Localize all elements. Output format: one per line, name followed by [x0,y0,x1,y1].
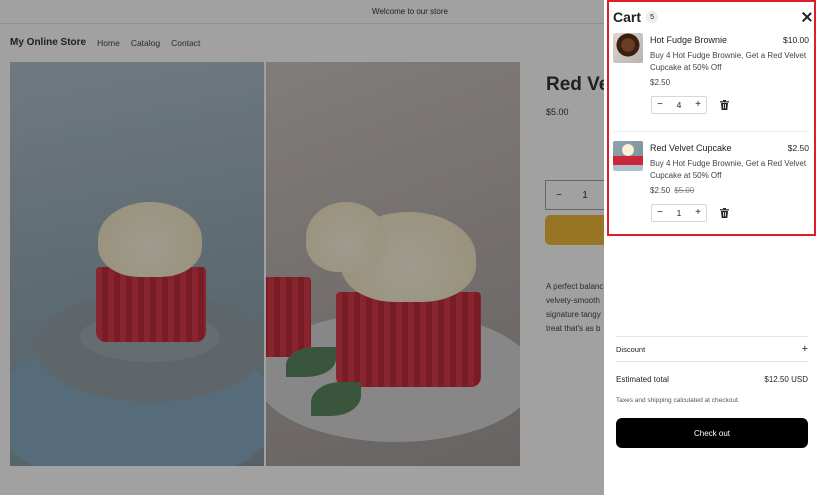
page-overlay[interactable] [0,0,604,495]
plus-icon[interactable]: + [695,100,701,110]
cart-count-badge: 5 [646,11,659,23]
discount-toggle[interactable]: Discount + [616,336,808,362]
minus-icon[interactable]: − [657,100,663,110]
estimated-total-label: Estimated total [616,375,669,384]
estimated-total-row: Estimated total $12.50 USD [616,375,808,384]
cart-item-quantity-stepper: − 4 + [651,96,707,114]
cart-drawer: Cart 5 Hot Fudge Brownie $10.00 Buy 4 Ho… [604,0,820,495]
plus-icon[interactable]: + [802,343,808,355]
cart-item: Red Velvet Cupcake $2.50 Buy 4 Hot Fudge… [613,141,809,231]
cart-item-line-price: $2.50 [787,143,809,153]
unit-price-value: $2.50 [650,78,671,87]
minus-icon[interactable]: − [657,208,663,218]
cart-item-unit-price: $2.50 [650,78,670,87]
trash-icon[interactable] [720,100,729,110]
cart-item-unit-price: $2.50 $5.00 [650,186,694,195]
cart-title: Cart [613,9,642,25]
cart-item-thumbnail[interactable] [613,141,643,171]
cart-item-name[interactable]: Red Velvet Cupcake [650,143,732,153]
checkout-button[interactable]: Check out [616,418,808,448]
cart-item-quantity[interactable]: 4 [677,100,682,110]
cart-header: Cart 5 [613,9,659,25]
divider [613,131,809,132]
unit-price-value: $2.50 [650,186,671,195]
cart-item-offer: Buy 4 Hot Fudge Brownie, Get a Red Velve… [650,159,807,180]
cart-item-thumbnail[interactable] [613,33,643,63]
tax-note: Taxes and shipping calculated at checkou… [616,397,740,404]
close-icon[interactable] [801,11,813,23]
estimated-total-value: $12.50 USD [764,375,808,384]
cart-item-offer: Buy 4 Hot Fudge Brownie, Get a Red Velve… [650,51,807,72]
cart-item: Hot Fudge Brownie $10.00 Buy 4 Hot Fudge… [613,33,809,129]
trash-icon[interactable] [720,208,729,218]
discount-label: Discount [616,344,646,354]
cart-item-line-price: $10.00 [783,35,809,45]
original-price: $5.00 [674,186,695,195]
plus-icon[interactable]: + [695,208,701,218]
cart-item-quantity-stepper: − 1 + [651,204,707,222]
cart-item-name[interactable]: Hot Fudge Brownie [650,35,727,45]
cart-item-quantity[interactable]: 1 [677,208,682,218]
